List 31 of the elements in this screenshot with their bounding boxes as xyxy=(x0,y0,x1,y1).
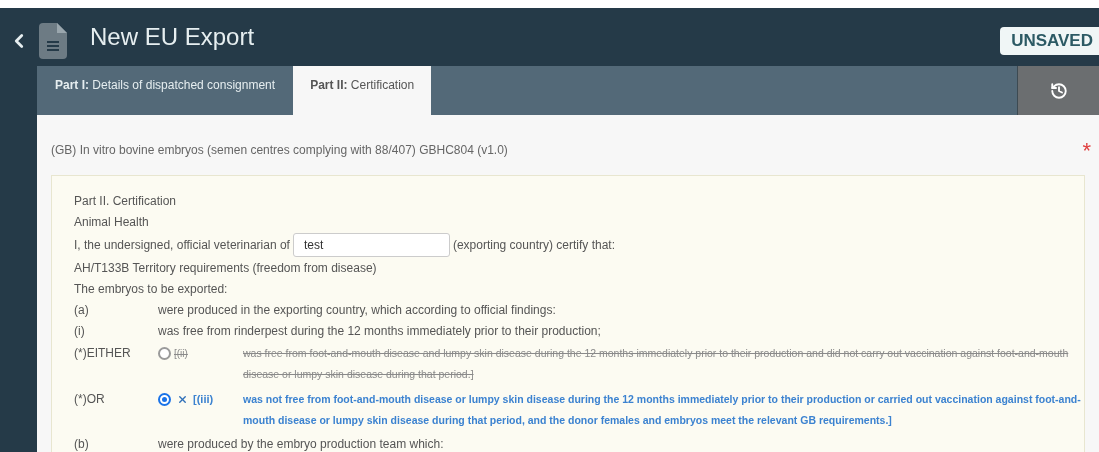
clause-text: were produced in the exporting country, which according to official findings: xyxy=(158,301,556,319)
history-icon xyxy=(1049,81,1068,100)
clause-label: (a) xyxy=(74,301,90,319)
radio-button[interactable] xyxy=(158,346,171,360)
radio-button[interactable] xyxy=(158,392,171,406)
body-text: Animal Health xyxy=(74,213,149,231)
body-text: Part II. Certification xyxy=(74,192,177,210)
option-text: was free from foot-and-mouth disease and lumpy skin disease during the 12 months immediately prior to their production and did not carry out vaccination against foot-and-mouth disease or lumpy skin disease during that period.] xyxy=(243,346,1070,382)
body-text: (exporting country) certify that: xyxy=(452,236,615,254)
clause-text: was free from rinderpest during the 12 months immediately prior to their production; xyxy=(158,322,601,340)
body-text: AH/T133B Territory requirements (freedom from disease) xyxy=(74,259,377,277)
history-button[interactable] xyxy=(1017,66,1099,115)
country-input-field[interactable]: test xyxy=(292,232,450,257)
required-mark: * xyxy=(1082,136,1091,165)
tab[interactable]: Part II: Certification xyxy=(293,66,432,115)
option-reference: [(ii) xyxy=(174,346,188,361)
clause-label: (b) xyxy=(74,435,90,452)
tab[interactable]: Part I: Details of dispatched consignment xyxy=(37,66,294,115)
clear-icon[interactable] xyxy=(177,393,188,405)
status-badge: UNSAVED xyxy=(1000,27,1099,55)
option-text: was not free from foot-and-mouth disease or lumpy skin disease during the 12 months immediately prior to their production or carried out vaccination against foot-and-mouth disease or lumpy skin disease during that period, and the donor females and embryos meet the relevant GB requirements.] xyxy=(243,392,1082,428)
document-icon xyxy=(39,23,67,59)
body-text: I, the undersigned, official veterinarian of xyxy=(74,236,290,254)
option-label: (*)EITHER xyxy=(74,345,132,362)
clause-text: were produced by the embryo production team which: xyxy=(158,435,444,452)
body-text: The embryos to be exported: xyxy=(74,280,228,298)
certificate-title: (GB) In vitro bovine embryos (semen centres complying with 88/407) GBHC804 (v1.0) xyxy=(51,142,508,159)
clause-label: (i) xyxy=(74,322,86,340)
option-reference: [(iii) xyxy=(193,391,214,407)
option-label: (*)OR xyxy=(74,391,106,408)
page-title: New EU Export xyxy=(90,22,255,52)
